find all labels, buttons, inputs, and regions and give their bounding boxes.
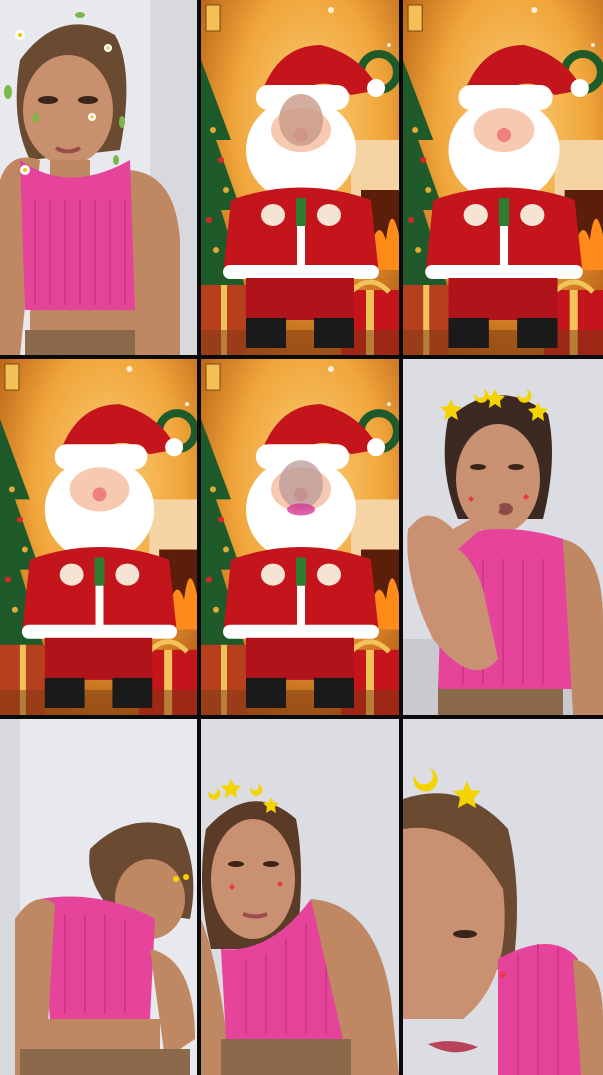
video-tile-3[interactable]: [403, 0, 603, 355]
santa-avatar: [0, 359, 197, 715]
video-tile-7[interactable]: [0, 719, 197, 1075]
santa-avatar: [201, 359, 399, 715]
santa-avatar: [201, 0, 399, 355]
santa-avatar: [403, 0, 603, 355]
video-tile-5[interactable]: [201, 359, 399, 715]
camera-feed: [403, 719, 603, 1075]
camera-feed: [0, 719, 197, 1075]
camera-feed: [201, 719, 399, 1075]
video-tile-6[interactable]: [403, 359, 603, 715]
camera-feed: [0, 0, 197, 355]
video-grid: [0, 0, 603, 1075]
video-tile-9[interactable]: [403, 719, 603, 1075]
video-tile-4[interactable]: [0, 359, 197, 715]
video-tile-8[interactable]: [201, 719, 399, 1075]
video-tile-1[interactable]: [0, 0, 197, 355]
camera-feed: [403, 359, 603, 715]
video-tile-2[interactable]: [201, 0, 399, 355]
